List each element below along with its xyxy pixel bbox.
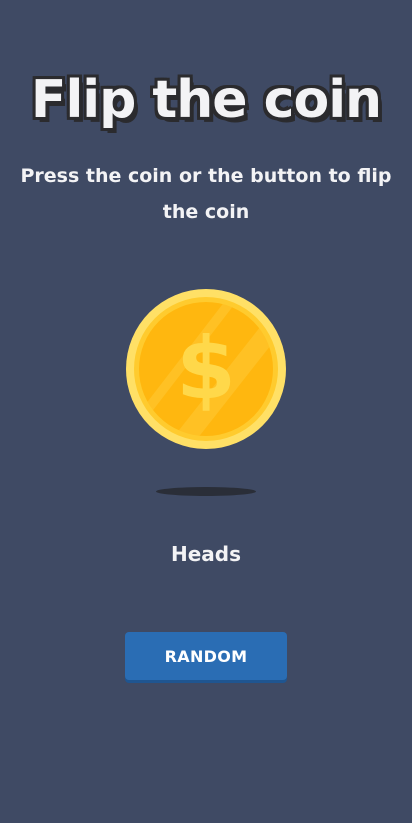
instructions-text: Press the coin or the button to flip the…: [20, 165, 392, 223]
random-button[interactable]: RANDOM: [125, 632, 287, 680]
app-screen: Flip the coin Press the coin or the butt…: [0, 0, 412, 823]
page-title: Flip the coin: [30, 70, 382, 130]
coin-shadow: [156, 487, 256, 496]
dollar-coin-icon: $: [126, 289, 286, 449]
coin-button[interactable]: $: [125, 288, 287, 450]
dollar-symbol: $: [176, 319, 236, 419]
flip-result: Heads: [170, 542, 242, 566]
